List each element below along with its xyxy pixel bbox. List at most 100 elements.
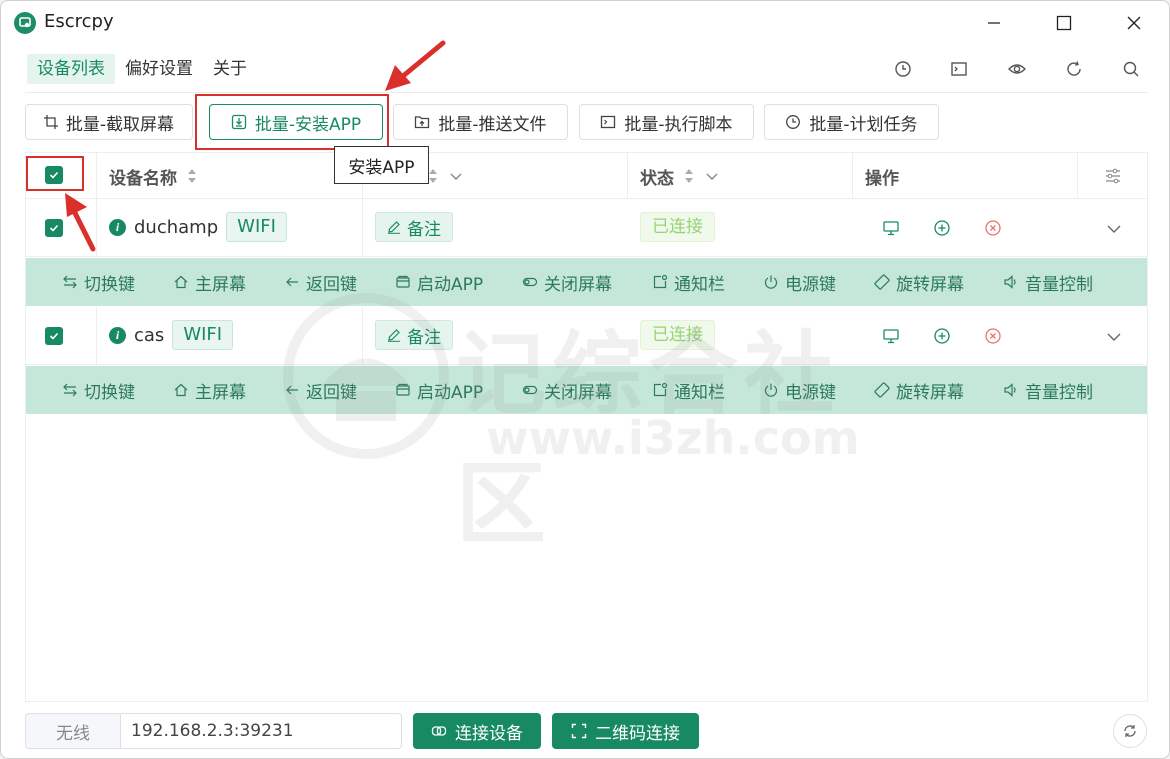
notification-bar-button[interactable]: 通知栏 [652, 366, 725, 414]
power-icon [764, 383, 778, 397]
action-label: 返回键 [306, 274, 357, 295]
tab-device-list[interactable]: 设备列表 [27, 54, 115, 84]
header-device-name[interactable]: 设备名称 [109, 153, 199, 199]
action-label: 切换键 [84, 382, 135, 403]
column-divider [1077, 153, 1078, 199]
switch-key-button[interactable]: 切换键 [62, 366, 135, 414]
menu-divider [25, 92, 1147, 93]
action-label: 音量控制 [1025, 382, 1093, 403]
batch-screenshot-label: 批量-截取屏幕 [65, 114, 175, 135]
rotate-screen-button[interactable]: 旋转屏幕 [874, 258, 964, 306]
note-button[interactable]: 备注 [375, 320, 453, 350]
header-status[interactable]: 状态 [640, 153, 720, 199]
maximize-button[interactable] [1029, 1, 1099, 45]
eye-icon[interactable] [1006, 58, 1028, 80]
turn-off-screen-button[interactable]: 关闭屏幕 [522, 366, 612, 414]
column-divider [362, 307, 363, 365]
qrcode-connect-button[interactable]: 二维码连接 [552, 713, 699, 749]
note-button[interactable]: 备注 [375, 212, 453, 242]
main-menu: 设备列表 偏好设置 关于 [27, 54, 257, 84]
refresh-icon[interactable] [1063, 58, 1085, 80]
notification-icon [653, 382, 668, 397]
status-badge: 已连接 [640, 320, 715, 350]
header-note-sort[interactable] [426, 153, 464, 199]
terminal-icon [601, 115, 616, 129]
action-label: 旋转屏幕 [896, 382, 964, 403]
tab-about[interactable]: 关于 [203, 54, 257, 84]
reload-icon[interactable] [1113, 714, 1147, 748]
search-icon[interactable] [1120, 58, 1142, 80]
chevron-down-icon [450, 173, 462, 180]
column-settings-icon[interactable] [1104, 153, 1122, 199]
batch-screenshot-button[interactable]: 批量-截取屏幕 [25, 104, 193, 140]
minimize-button[interactable] [959, 1, 1029, 45]
note-label: 备注 [407, 219, 441, 240]
app-icon [396, 383, 410, 396]
edit-icon [388, 329, 400, 342]
action-label: 关闭屏幕 [544, 274, 612, 295]
device-action-bar: 切换键 主屏幕 返回键 启动APP 关闭屏幕 通知栏 电源键 旋转屏幕 音量控制 [26, 366, 1147, 414]
turn-off-screen-button[interactable]: 关闭屏幕 [522, 258, 612, 306]
mirror-screen-icon[interactable] [881, 326, 901, 346]
action-label: 通知栏 [674, 382, 725, 403]
back-button[interactable]: 返回键 [284, 258, 357, 306]
highlight-box-install [195, 94, 389, 150]
link-icon [431, 726, 447, 736]
power-key-button[interactable]: 电源键 [763, 258, 836, 306]
volume-control-button[interactable]: 音量控制 [1003, 258, 1093, 306]
switch-icon [63, 383, 77, 397]
launch-app-button[interactable]: 启动APP [395, 258, 483, 306]
disconnect-icon[interactable] [983, 218, 1003, 238]
batch-schedule-task-button[interactable]: 批量-计划任务 [764, 104, 939, 140]
home-button[interactable]: 主屏幕 [173, 258, 246, 306]
history-icon[interactable] [892, 58, 914, 80]
rotate-screen-button[interactable]: 旋转屏幕 [874, 366, 964, 414]
batch-run-script-button[interactable]: 批量-执行脚本 [579, 104, 754, 140]
action-label: 音量控制 [1025, 274, 1093, 295]
info-icon[interactable]: i [109, 326, 126, 344]
terminal-icon[interactable] [948, 58, 970, 80]
batch-push-file-button[interactable]: 批量-推送文件 [393, 104, 568, 140]
header-device-name-label: 设备名称 [109, 168, 177, 189]
annotation-arrow-icon [385, 40, 446, 91]
notification-bar-button[interactable]: 通知栏 [652, 258, 725, 306]
tab-preferences[interactable]: 偏好设置 [115, 54, 203, 84]
table-header: 设备名称 状态 操作 [26, 153, 1147, 199]
add-circle-icon[interactable] [932, 218, 952, 238]
action-label: 切换键 [84, 274, 135, 295]
row-checkbox[interactable] [45, 327, 63, 345]
batch-push-file-label: 批量-推送文件 [438, 114, 547, 135]
batch-schedule-task-label: 批量-计划任务 [809, 114, 918, 135]
rotate-icon [874, 382, 890, 398]
clock-icon [786, 115, 801, 129]
expand-row-chevron-icon[interactable] [1104, 326, 1124, 346]
header-actions-label: 操作 [865, 168, 899, 189]
launch-app-button[interactable]: 启动APP [395, 366, 483, 414]
connect-device-button[interactable]: 连接设备 [413, 713, 541, 749]
expand-row-chevron-icon[interactable] [1104, 218, 1124, 238]
close-button[interactable] [1099, 1, 1169, 45]
header-status-label: 状态 [640, 168, 674, 189]
crop-icon [43, 115, 58, 129]
action-label: 通知栏 [674, 274, 725, 295]
column-divider [627, 153, 628, 199]
connection-mode-select[interactable]: 无线 [25, 713, 121, 749]
switch-key-button[interactable]: 切换键 [62, 258, 135, 306]
chevron-down-icon [706, 173, 718, 180]
power-key-button[interactable]: 电源键 [763, 366, 836, 414]
disconnect-icon[interactable] [983, 326, 1003, 346]
app-window: Escrcpy 设备列表 偏好设置 关于 批量-截取屏幕 批量-安装APP 批量… [0, 0, 1170, 759]
mirror-screen-icon[interactable] [881, 218, 901, 238]
info-icon[interactable]: i [109, 218, 126, 236]
add-circle-icon[interactable] [932, 326, 952, 346]
back-button[interactable]: 返回键 [284, 366, 357, 414]
header-actions: 操作 [865, 153, 899, 199]
sort-icon [685, 169, 693, 183]
toggle-icon [522, 385, 538, 395]
device-address-input[interactable] [120, 713, 402, 749]
action-label: 启动APP [417, 274, 484, 295]
volume-control-button[interactable]: 音量控制 [1003, 366, 1093, 414]
annotation-arrow-icon [65, 193, 96, 252]
home-icon [174, 383, 188, 397]
home-button[interactable]: 主屏幕 [173, 366, 246, 414]
